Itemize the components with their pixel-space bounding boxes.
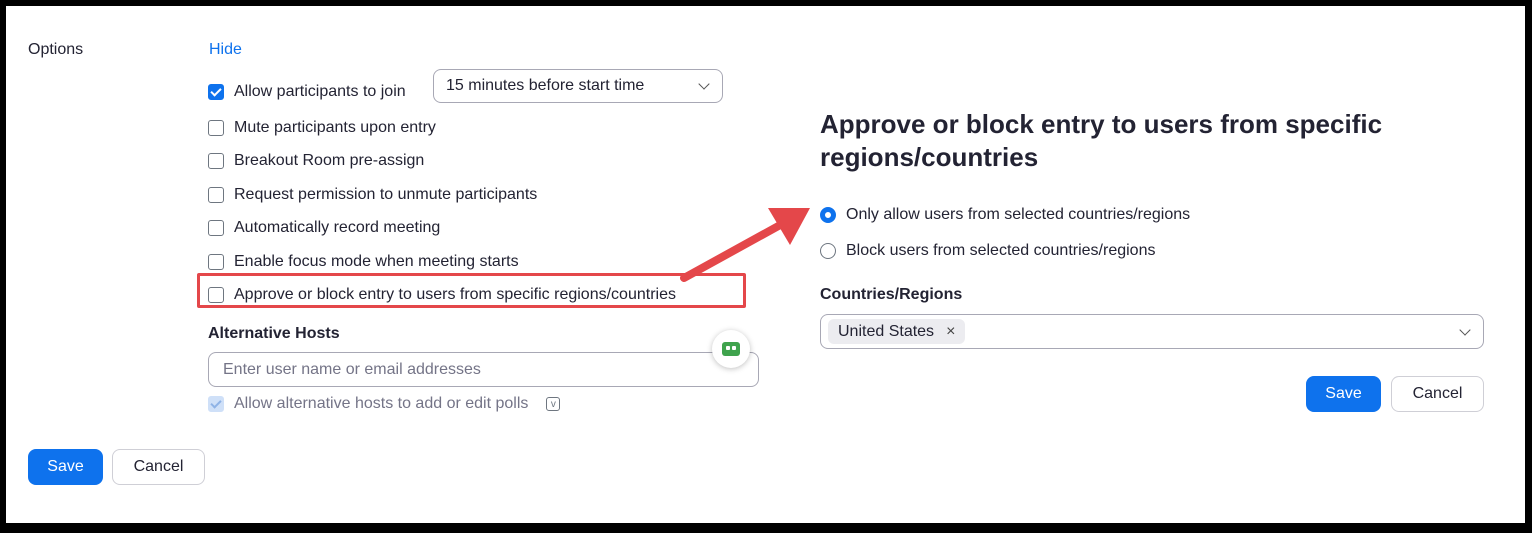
join-time-value: 15 minutes before start time <box>446 77 645 94</box>
mute-on-entry-checkbox[interactable] <box>208 120 224 136</box>
focus-mode-option[interactable]: Enable focus mode when meeting starts <box>208 251 519 273</box>
extension-badge-icon[interactable] <box>712 330 750 368</box>
close-icon[interactable]: × <box>946 323 955 341</box>
chevron-down-icon <box>698 78 710 90</box>
block-radio[interactable] <box>820 243 836 259</box>
allow-polls-label: Allow alternative hosts to add or edit p… <box>234 395 529 412</box>
request-unmute-checkbox[interactable] <box>208 187 224 203</box>
panel-save-button[interactable]: Save <box>1306 376 1381 412</box>
options-label: Options <box>28 41 84 58</box>
chevron-down-icon <box>1459 324 1471 336</box>
request-unmute-label: Request permission to unmute participant… <box>234 186 538 203</box>
allow-polls-checkbox[interactable] <box>208 396 224 412</box>
allow-polls-option[interactable]: Allow alternative hosts to add or edit p… <box>208 393 561 415</box>
auto-record-checkbox[interactable] <box>208 220 224 236</box>
auto-record-option[interactable]: Automatically record meeting <box>208 217 440 239</box>
cancel-button[interactable]: Cancel <box>112 449 205 485</box>
countries-regions-label: Countries/Regions <box>820 286 963 303</box>
auto-record-label: Automatically record meeting <box>234 219 441 236</box>
block-option[interactable]: Block users from selected countries/regi… <box>820 242 1155 260</box>
only-allow-label: Only allow users from selected countries… <box>846 206 1191 223</box>
country-tag-label: United States <box>838 322 935 340</box>
save-button[interactable]: Save <box>28 449 103 485</box>
request-unmute-option[interactable]: Request permission to unmute participant… <box>208 184 537 206</box>
allow-join-checkbox[interactable] <box>208 84 224 100</box>
country-tag: United States × <box>828 319 966 344</box>
annotation-highlight-box <box>197 273 746 308</box>
allow-join-label: Allow participants to join <box>234 83 406 100</box>
panel-title: Approve or block entry to users from spe… <box>820 109 1383 172</box>
block-label: Block users from selected countries/regi… <box>846 242 1156 259</box>
robot-icon <box>722 342 740 356</box>
join-time-select[interactable]: 15 minutes before start time <box>433 69 723 103</box>
breakout-preassign-option[interactable]: Breakout Room pre-assign <box>208 150 424 172</box>
breakout-preassign-checkbox[interactable] <box>208 153 224 169</box>
hide-link[interactable]: Hide <box>209 41 242 59</box>
alternative-hosts-input[interactable] <box>208 352 759 387</box>
countries-multiselect[interactable]: United States × <box>820 314 1484 349</box>
mute-on-entry-option[interactable]: Mute participants upon entry <box>208 117 436 139</box>
breakout-preassign-label: Breakout Room pre-assign <box>234 152 425 169</box>
focus-mode-label: Enable focus mode when meeting starts <box>234 253 519 270</box>
only-allow-option[interactable]: Only allow users from selected countries… <box>820 206 1190 224</box>
focus-mode-checkbox[interactable] <box>208 254 224 270</box>
alternative-hosts-label: Alternative Hosts <box>208 325 340 342</box>
info-icon[interactable]: v <box>546 397 561 411</box>
only-allow-radio[interactable] <box>820 207 836 223</box>
allow-join-option[interactable]: Allow participants to join <box>208 81 406 103</box>
mute-on-entry-label: Mute participants upon entry <box>234 119 436 136</box>
panel-cancel-button[interactable]: Cancel <box>1391 376 1484 412</box>
